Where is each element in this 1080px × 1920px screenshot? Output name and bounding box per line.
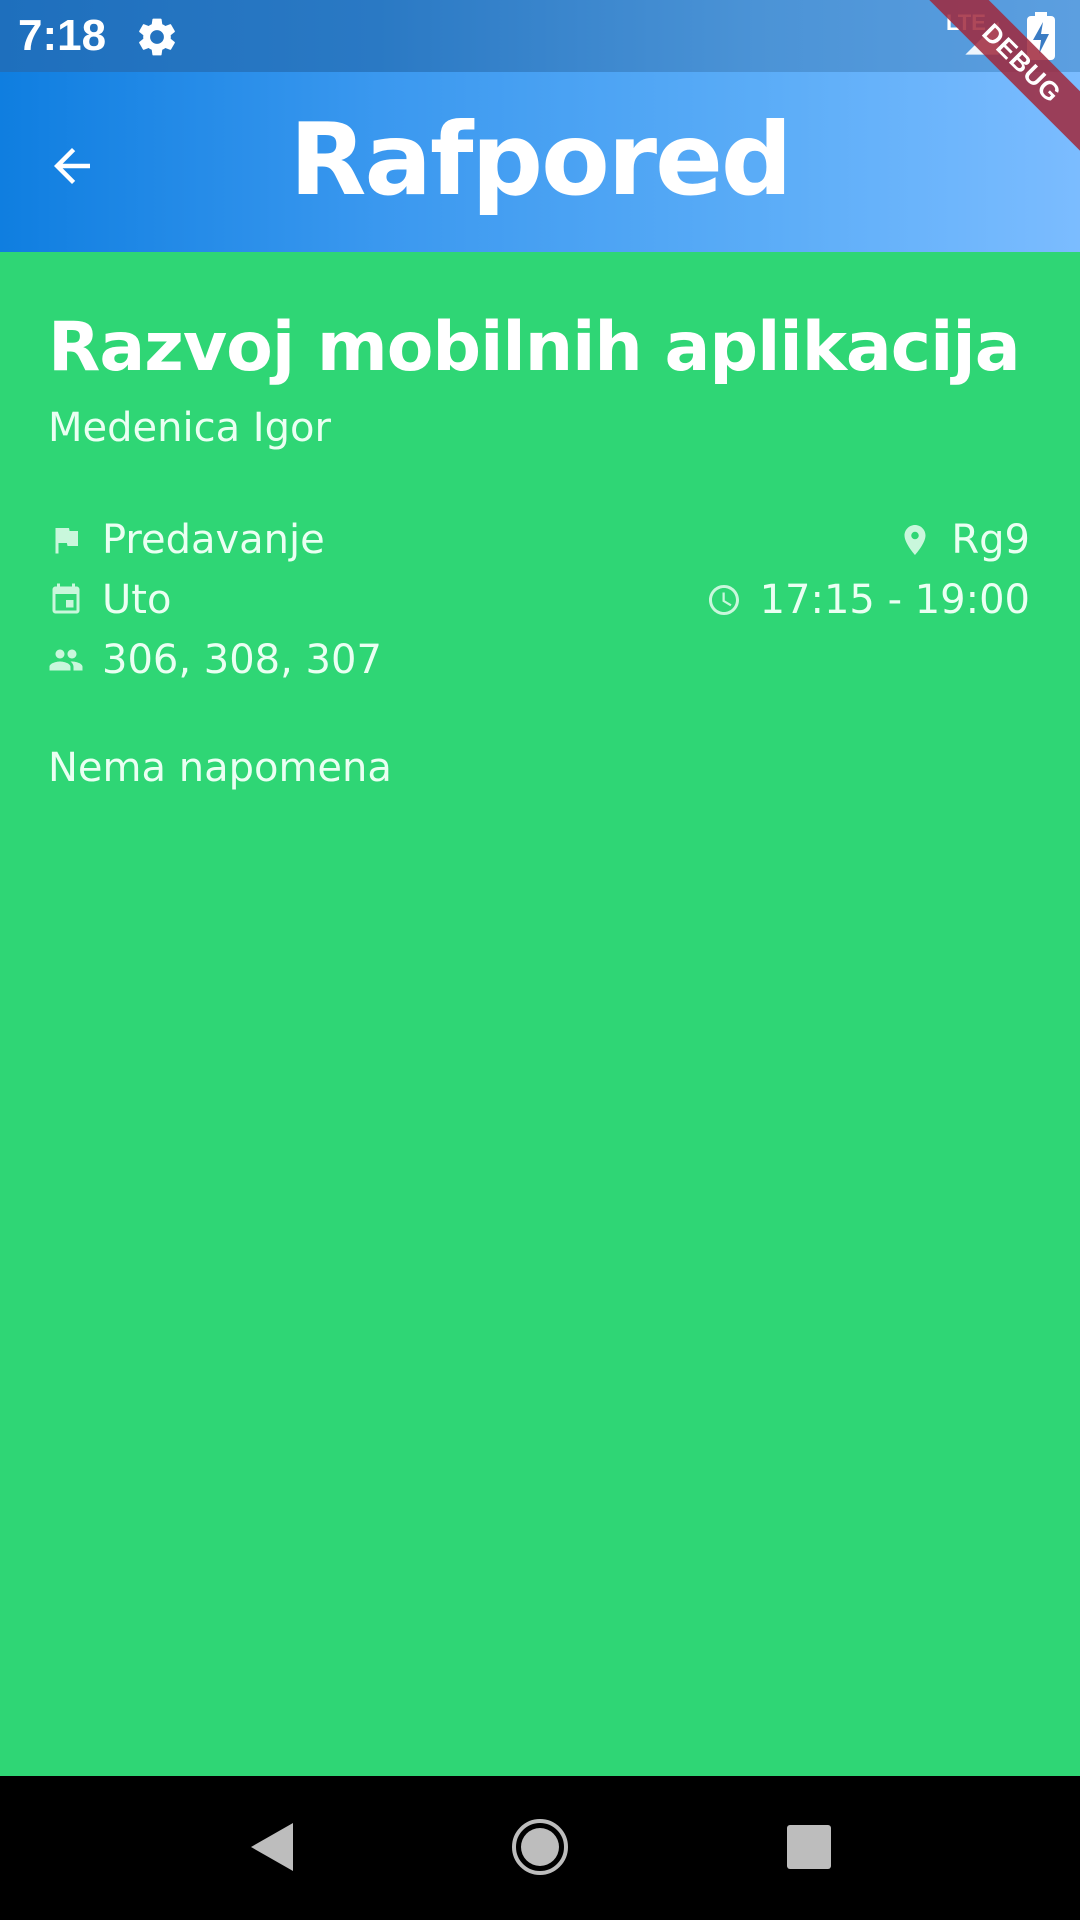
class-note: Nema napomena <box>48 745 392 791</box>
status-bar: 7:18 LTE <box>0 0 1080 72</box>
professor-name: Medenica Igor <box>48 405 331 451</box>
triangle-back-icon <box>251 1823 293 1871</box>
circle-home-icon <box>512 1819 568 1875</box>
class-groups-row: 306, 308, 307 <box>48 634 382 686</box>
flag-icon <box>55 528 78 554</box>
class-room-row: Rg9 <box>897 514 1030 566</box>
class-room: Rg9 <box>951 517 1030 563</box>
course-title: Razvoj mobilnih aplikacija <box>48 308 1021 387</box>
nav-recent-apps-button[interactable] <box>774 1812 844 1882</box>
class-type: Predavanje <box>102 517 325 563</box>
calendar-icon <box>52 583 80 614</box>
people-icon <box>49 649 83 671</box>
class-time: 17:15 - 19:00 <box>759 577 1030 623</box>
status-time: 7:18 <box>18 11 107 60</box>
square-recents-icon <box>787 1825 831 1869</box>
clock-icon <box>708 585 739 615</box>
system-nav-bar <box>0 1776 1080 1920</box>
app-title: Rafpored <box>289 101 793 218</box>
app-bar: Rafpored <box>0 72 1080 252</box>
class-day-row: Uto <box>48 574 171 626</box>
class-groups: 306, 308, 307 <box>102 637 382 683</box>
class-time-row: 17:15 - 19:00 <box>706 574 1030 626</box>
nav-home-button[interactable] <box>505 1812 575 1882</box>
settings-gear-icon <box>139 18 175 56</box>
class-day: Uto <box>102 577 172 623</box>
nav-back-button[interactable] <box>236 1812 306 1882</box>
location-pin-icon <box>904 525 926 555</box>
class-type-row: Predavanje <box>48 514 325 566</box>
class-detail: Razvoj mobilnih aplikacija Medenica Igor… <box>0 252 1080 1776</box>
